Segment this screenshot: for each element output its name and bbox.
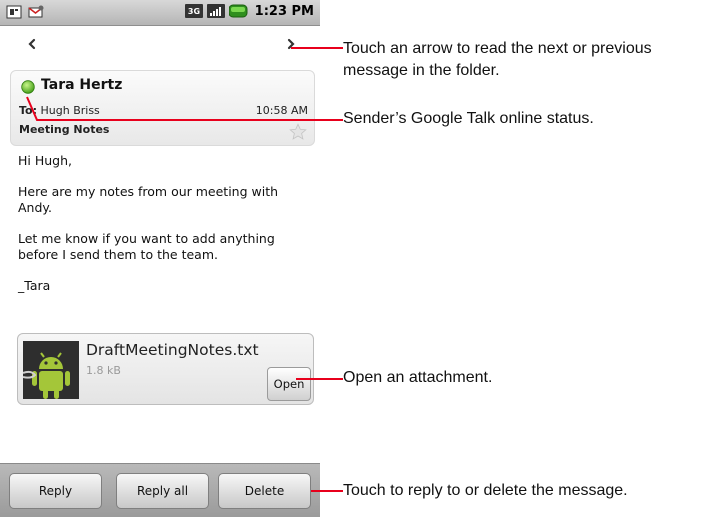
message-header: Tara Hertz To: Hugh Briss 10:58 AM Meeti… <box>10 70 315 146</box>
3g-icon: 3G <box>184 4 203 18</box>
sender-name[interactable]: Tara Hertz <box>41 77 122 93</box>
message-time: 10:58 AM <box>255 104 308 117</box>
svg-text:3G: 3G <box>188 7 200 16</box>
email-message-screen: 3G 1:23 PM Tara Hertz To: Hugh Briss 10:… <box>0 0 320 517</box>
next-message-arrow[interactable] <box>279 32 303 56</box>
delete-button[interactable]: Delete <box>218 473 311 509</box>
battery-icon <box>228 4 248 18</box>
reply-all-button[interactable]: Reply all <box>116 473 209 509</box>
attachment-filename: DraftMeetingNotes.txt <box>86 341 259 359</box>
android-attachment-icon <box>23 341 79 399</box>
body-paragraph: Hi Hugh, <box>18 153 72 168</box>
attachment-size: 1.8 kB <box>86 364 121 377</box>
gmail-notification-icon <box>28 5 44 18</box>
attachment-callout: Open an attachment. <box>343 369 493 386</box>
recipient-line: To: Hugh Briss <box>19 104 100 117</box>
previous-message-arrow[interactable] <box>20 32 44 56</box>
star-icon[interactable] <box>289 123 307 141</box>
status-callout: Sender’s Google Talk online status. <box>343 110 594 127</box>
body-paragraph: Let me know if you want to add anything … <box>18 231 275 262</box>
chevron-right-icon <box>287 38 295 50</box>
message-nav-bar <box>0 26 320 62</box>
actions-callout: Touch to reply to or delete the message. <box>343 482 628 499</box>
attachment-card: DraftMeetingNotes.txt 1.8 kB Open <box>17 333 314 405</box>
status-time: 1:23 PM <box>254 3 314 19</box>
reply-button[interactable]: Reply <box>9 473 102 509</box>
status-bar: 3G 1:23 PM <box>0 0 320 26</box>
message-body: Hi Hugh, Here are my notes from our meet… <box>18 150 313 309</box>
body-paragraph: _Tara <box>18 278 51 293</box>
open-attachment-button[interactable]: Open <box>267 367 311 401</box>
sim-card-icon <box>6 5 22 19</box>
action-bar: Reply Reply all Delete <box>0 463 320 517</box>
signal-icon <box>206 4 225 18</box>
body-paragraph: Here are my notes from our meeting with … <box>18 184 279 215</box>
arrows-callout: Touch an arrow to read the next or previ… <box>343 40 652 79</box>
message-subject: Meeting Notes <box>19 123 110 136</box>
recipient-name: Hugh Briss <box>40 104 100 117</box>
to-label: To: <box>19 104 37 117</box>
online-status-icon <box>21 80 35 94</box>
chevron-left-icon <box>28 38 36 50</box>
